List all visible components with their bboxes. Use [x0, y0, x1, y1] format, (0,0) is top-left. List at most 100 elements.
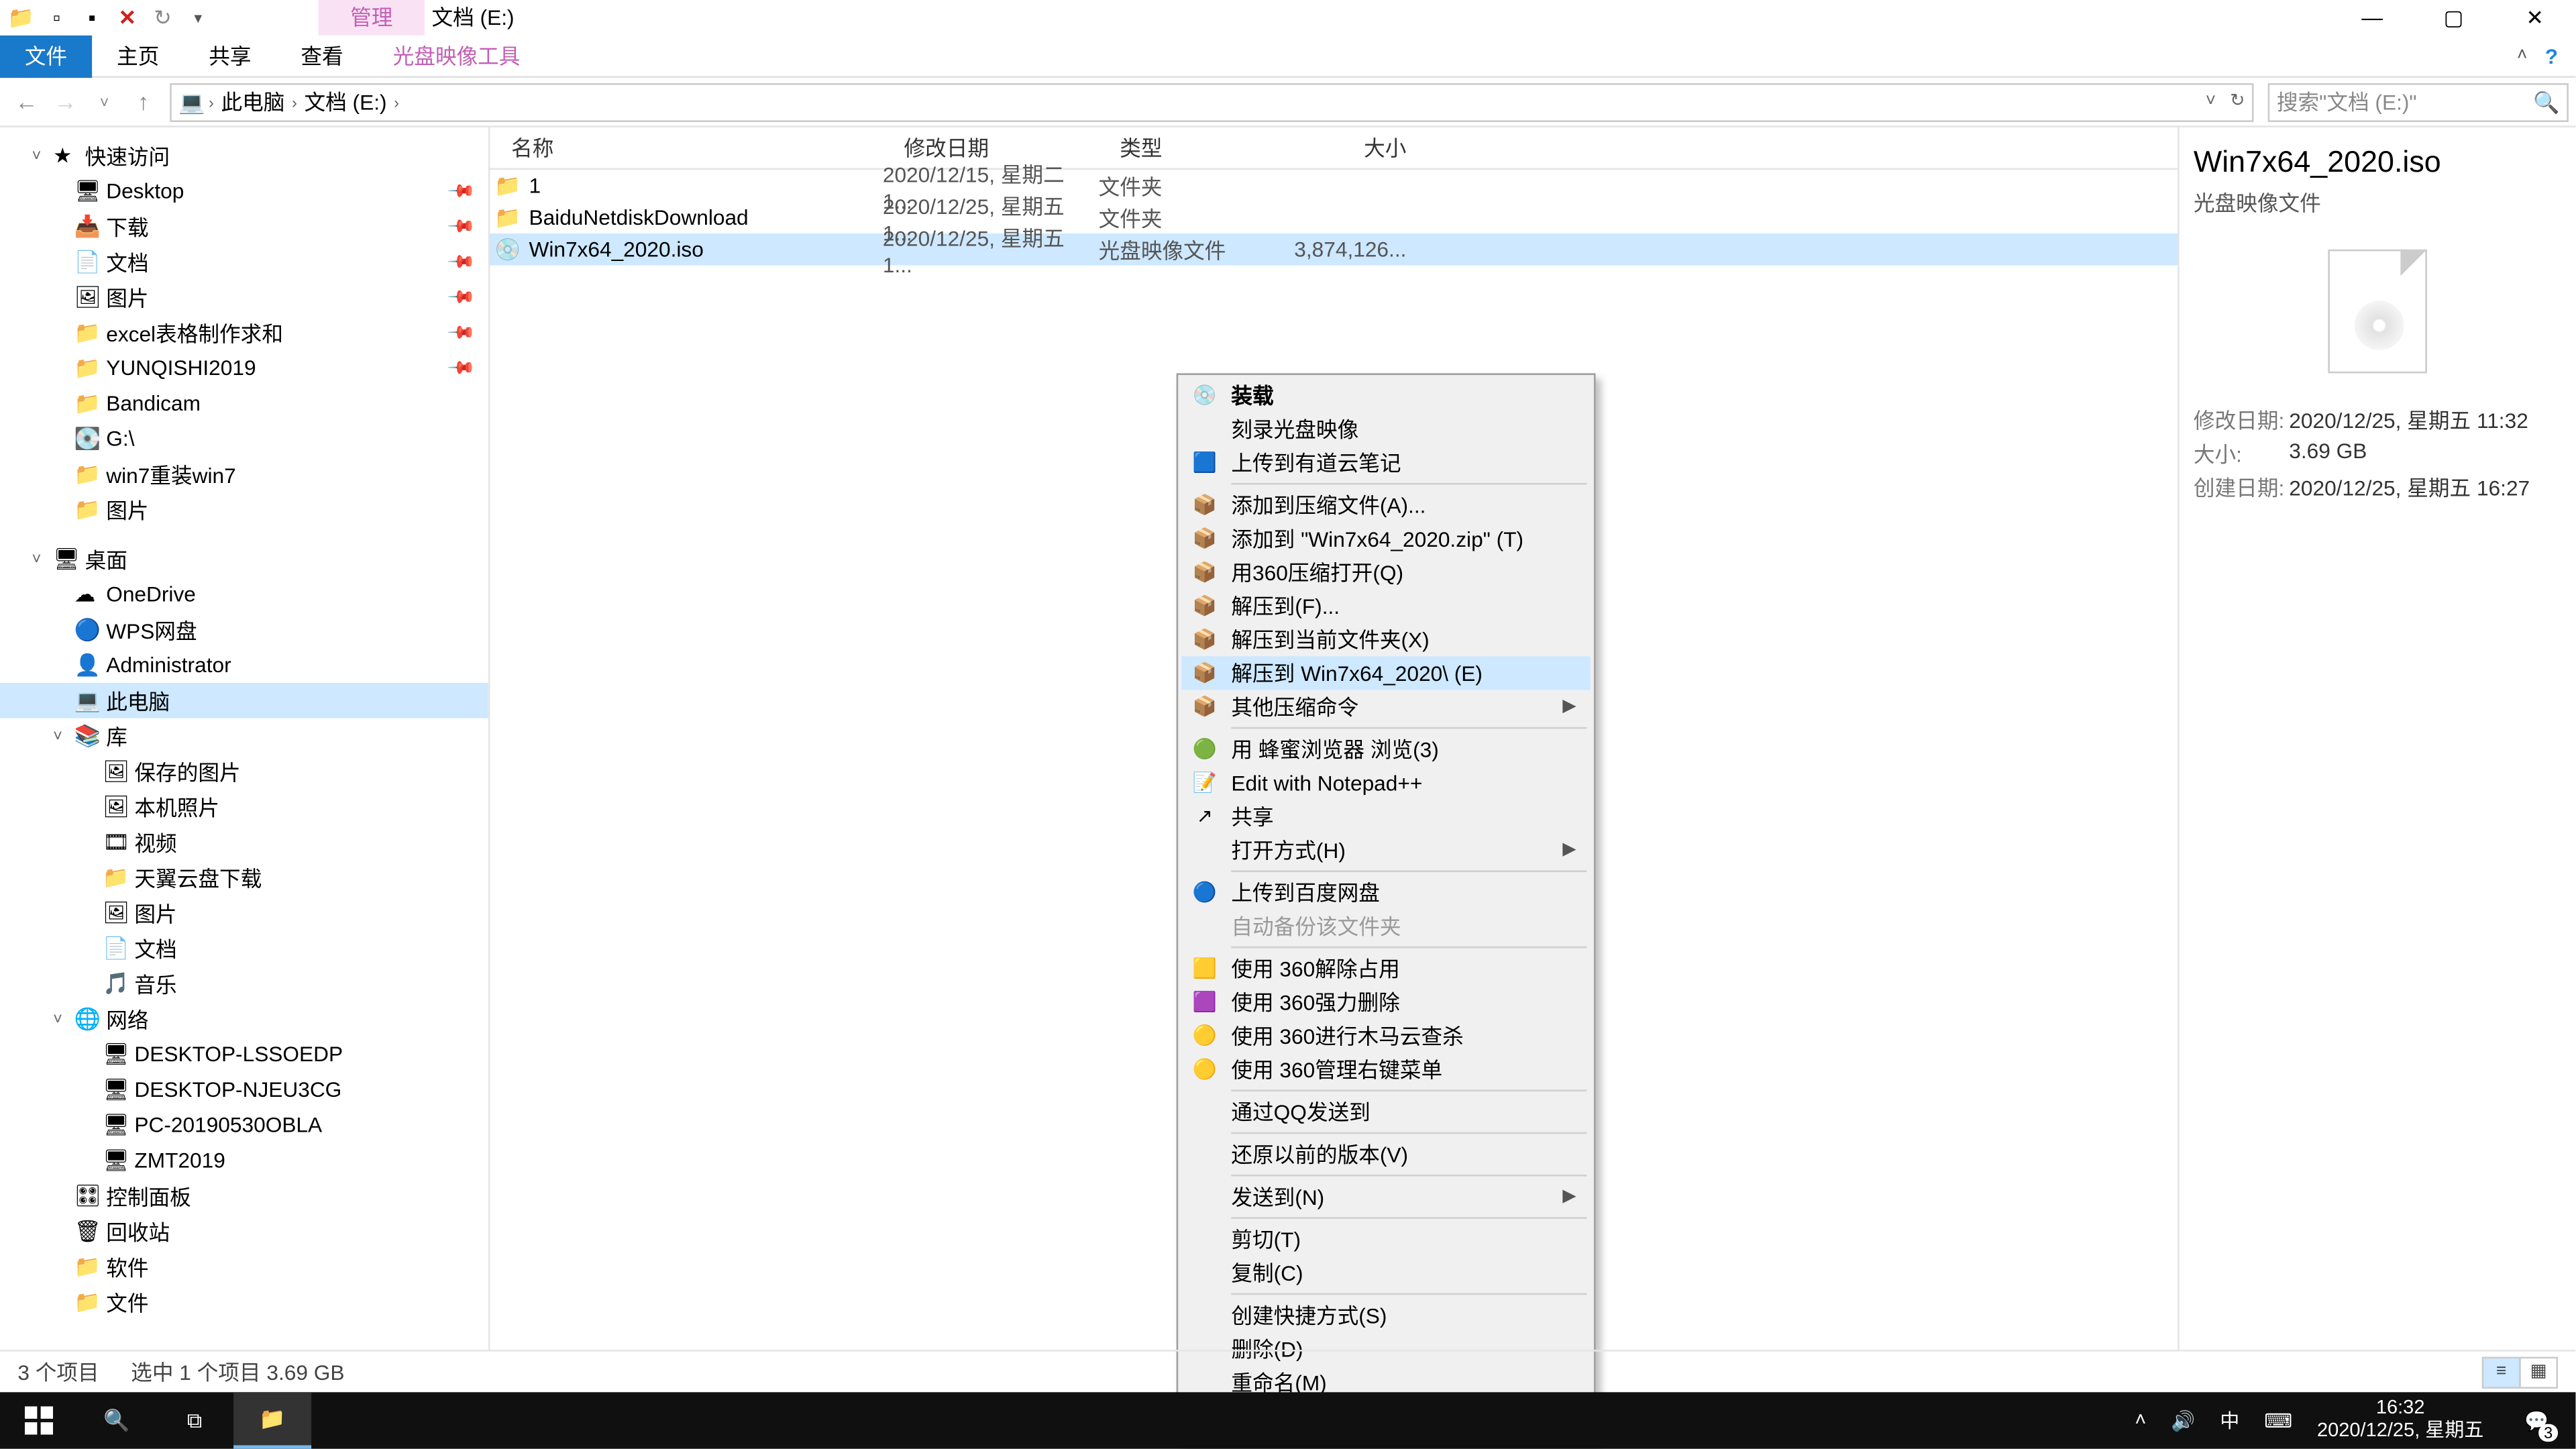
help-icon[interactable]: ? [2545, 44, 2558, 68]
nav-item[interactable]: 📁excel表格制作求和📌 [0, 315, 488, 350]
context-menu-item[interactable]: 💿装载 [1182, 378, 1591, 412]
nav-item[interactable]: ˅🖥桌面 [0, 541, 488, 577]
nav-item[interactable]: ☁OneDrive [0, 577, 488, 612]
context-menu-item[interactable]: 复制(C) [1182, 1256, 1591, 1289]
context-menu-item[interactable]: 📦其他压缩命令▶ [1182, 690, 1591, 723]
context-menu-item[interactable]: 📦添加到 "Win7x64_2020.zip" (T) [1182, 522, 1591, 555]
file-row[interactable]: 💿Win7x64_2020.iso2020/12/25, 星期五 1...光盘映… [490, 233, 2178, 265]
nav-item[interactable]: 🔵WPS网盘 [0, 612, 488, 647]
search-button[interactable]: 🔍 [78, 1392, 156, 1448]
ime-mode-icon[interactable]: ⌨ [2264, 1409, 2292, 1432]
nav-item[interactable]: 💻此电脑 [0, 683, 488, 718]
ribbon-tab-view[interactable]: 查看 [276, 36, 368, 78]
qat-delete-icon[interactable]: ✕ [113, 3, 142, 32]
minimize-button[interactable]: — [2332, 0, 2413, 36]
ribbon-tab-share[interactable]: 共享 [184, 36, 276, 78]
breadcrumb[interactable]: 文档 (E:) [301, 87, 390, 117]
qat-dropdown-icon[interactable]: ▾ [184, 3, 212, 32]
refresh-icon[interactable]: ↻ [2230, 92, 2245, 111]
chevron-right-icon[interactable]: › [205, 93, 217, 110]
qat-item[interactable]: ▫ [42, 3, 70, 32]
nav-item[interactable]: 🖼图片 [0, 895, 488, 930]
nav-item[interactable]: 📁软件 [0, 1249, 488, 1285]
context-menu-item[interactable]: 刻录光盘映像 [1182, 412, 1591, 445]
nav-item[interactable]: 📄文档 [0, 930, 488, 966]
column-size[interactable]: 大小 [1283, 133, 1424, 163]
chevron-right-icon[interactable]: › [390, 93, 402, 110]
nav-item[interactable]: 🗑回收站 [0, 1214, 488, 1249]
nav-item[interactable]: 📁文件 [0, 1284, 488, 1320]
context-menu-item[interactable]: 📦解压到 Win7x64_2020\ (E) [1182, 656, 1591, 690]
chevron-right-icon[interactable]: › [288, 93, 301, 110]
qat-item[interactable]: ↻ [149, 3, 177, 32]
column-type[interactable]: 类型 [1099, 133, 1283, 163]
context-menu-item[interactable]: 还原以前的版本(V) [1182, 1138, 1591, 1171]
context-menu-item[interactable]: 📦添加到压缩文件(A)... [1182, 488, 1591, 522]
ribbon-collapse-icon[interactable]: ˄ [2517, 46, 2527, 66]
recent-dropdown[interactable]: ˅ [85, 83, 124, 121]
maximize-button[interactable]: ▢ [2413, 0, 2494, 36]
nav-item[interactable]: 📁win7重装win7 [0, 456, 488, 492]
taskbar-clock[interactable]: 16:32 2020/12/25, 星期五 [2317, 1397, 2483, 1444]
nav-item[interactable]: 🖥DESKTOP-NJEU3CG [0, 1072, 488, 1108]
nav-item[interactable]: 🎛控制面板 [0, 1178, 488, 1214]
nav-item[interactable]: 🖥Desktop📌 [0, 173, 488, 209]
nav-item[interactable]: 🖼图片📌 [0, 280, 488, 315]
context-menu-item[interactable]: 📦用360压缩打开(Q) [1182, 555, 1591, 589]
nav-item[interactable]: 📁YUNQISHI2019📌 [0, 350, 488, 386]
context-menu-item[interactable]: 🟦上传到有道云笔记 [1182, 446, 1591, 480]
column-headers[interactable]: 名称 修改日期 类型 大小 [490, 127, 2178, 170]
task-view-button[interactable]: ⧉ [156, 1392, 233, 1448]
context-menu-item[interactable]: 通过QQ发送到 [1182, 1095, 1591, 1128]
context-menu-item[interactable]: 🟨使用 360解除占用 [1182, 952, 1591, 985]
start-button[interactable] [0, 1392, 78, 1448]
address-dropdown-icon[interactable]: ˅ [2206, 92, 2216, 111]
nav-item[interactable]: 💽G:\ [0, 421, 488, 457]
context-menu-item[interactable]: 发送到(N)▶ [1182, 1180, 1591, 1214]
nav-item[interactable]: 👤Administrator [0, 647, 488, 683]
search-input[interactable]: 搜索"文档 (E:)" 🔍 [2268, 83, 2569, 121]
ribbon-tab-file[interactable]: 文件 [0, 36, 92, 78]
ime-indicator[interactable]: 中 [2220, 1406, 2239, 1434]
context-menu-item[interactable]: ↗共享 [1182, 800, 1591, 833]
contextual-tab-manage[interactable]: 管理 [319, 0, 425, 36]
nav-item[interactable]: 🖥ZMT2019 [0, 1143, 488, 1179]
volume-icon[interactable]: 🔊 [2171, 1409, 2195, 1432]
nav-item[interactable]: 📁Bandicam [0, 386, 488, 421]
nav-item[interactable]: 📥下载📌 [0, 209, 488, 244]
back-button[interactable]: ← [7, 83, 46, 121]
ribbon-tab-home[interactable]: 主页 [92, 36, 184, 78]
nav-item[interactable]: 📄文档📌 [0, 244, 488, 280]
context-menu-item[interactable]: 📝Edit with Notepad++ [1182, 766, 1591, 800]
context-menu-item[interactable]: 🔵上传到百度网盘 [1182, 875, 1591, 909]
close-button[interactable]: ✕ [2494, 0, 2575, 36]
nav-item[interactable]: ˅🌐网络 [0, 1002, 488, 1037]
file-row[interactable]: 📁BaiduNetdiskDownload2020/12/25, 星期五 1..… [490, 202, 2178, 233]
qat-item[interactable]: ▪ [78, 3, 106, 32]
action-center-icon[interactable]: 💬3 [2508, 1392, 2565, 1448]
forward-button[interactable]: → [46, 83, 85, 121]
context-menu-item[interactable]: 📦解压到(F)... [1182, 589, 1591, 623]
nav-item[interactable]: 🖼本机照片 [0, 789, 488, 824]
nav-item[interactable]: ˅📚库 [0, 718, 488, 754]
breadcrumb[interactable]: 此电脑 [217, 87, 288, 117]
view-icons-button[interactable]: ▦ [2519, 1356, 2558, 1387]
context-menu-item[interactable]: 打开方式(H)▶ [1182, 833, 1591, 867]
file-list-area[interactable]: 名称 修改日期 类型 大小 📁12020/12/15, 星期二 1...文件夹📁… [490, 127, 2178, 1350]
context-menu-item[interactable]: 剪切(T) [1182, 1222, 1591, 1256]
nav-item[interactable]: 🖼保存的图片 [0, 753, 488, 789]
address-bar[interactable]: 💻 › 此电脑 › 文档 (E:) › ˅ ↻ [170, 83, 2253, 121]
context-menu-item[interactable]: 🟢用 蜂蜜浏览器 浏览(3) [1182, 733, 1591, 766]
context-menu-item[interactable]: 🟪使用 360强力删除 [1182, 985, 1591, 1019]
search-icon[interactable]: 🔍 [2533, 89, 2559, 114]
nav-item[interactable]: 📁天翼云盘下载 [0, 860, 488, 896]
nav-item[interactable]: 🖥PC-20190530OBLA [0, 1108, 488, 1143]
view-details-button[interactable]: ≡ [2482, 1356, 2521, 1387]
nav-item[interactable]: 🎵音乐 [0, 966, 488, 1002]
column-name[interactable]: 名称 [490, 133, 882, 163]
nav-item[interactable]: ˅★快速访问 [0, 138, 488, 174]
tray-overflow-icon[interactable]: ˄ [2135, 1410, 2146, 1432]
ribbon-tab-iso-tool[interactable]: 光盘映像工具 [368, 36, 545, 78]
context-menu-item[interactable]: 创建快捷方式(S) [1182, 1299, 1591, 1332]
nav-item[interactable]: 🖥DESKTOP-LSSOEDP [0, 1036, 488, 1072]
